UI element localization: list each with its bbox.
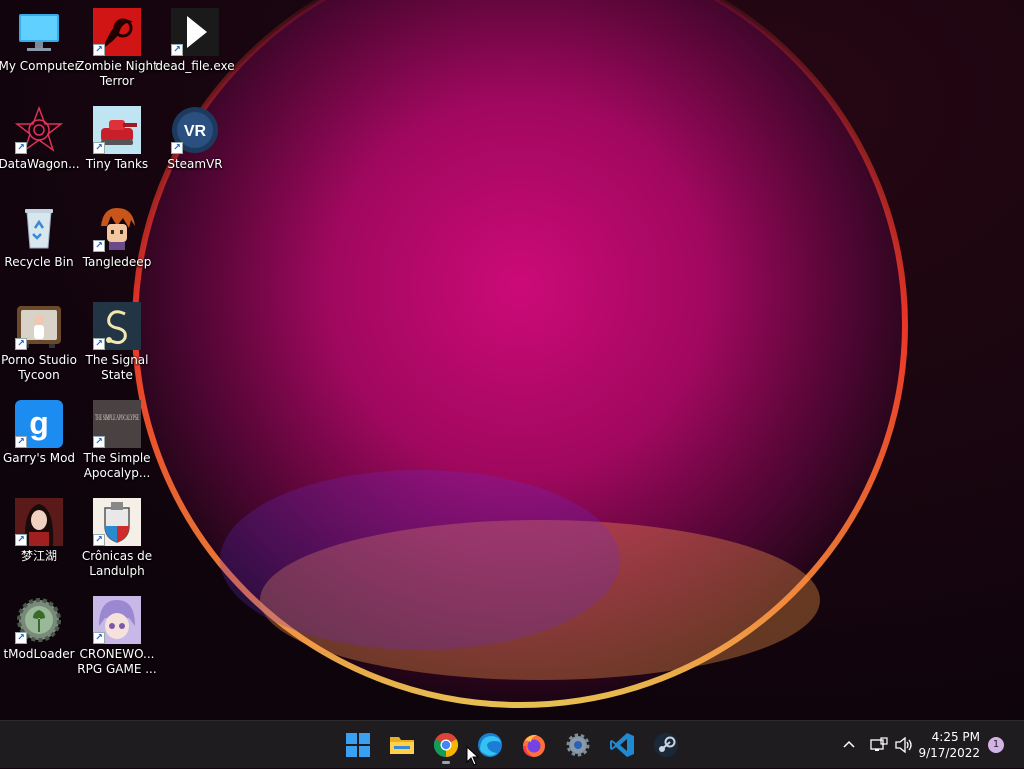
garrys-mod-icon: g ↗ bbox=[15, 400, 63, 448]
desktop-icon-tangledeep[interactable]: ↗ Tangledeep bbox=[78, 204, 156, 270]
folder-icon bbox=[390, 737, 414, 754]
desktop-icon-zombie-night-terror[interactable]: ↗ Zombie Night Terror bbox=[76, 8, 158, 89]
taskbar: 4:25 PM 9/17/2022 1 bbox=[0, 720, 1024, 768]
shortcut-arrow-icon: ↗ bbox=[93, 436, 105, 448]
notification-badge[interactable]: 1 bbox=[988, 737, 1004, 753]
cronewo-rpg-icon: ↗ bbox=[93, 596, 141, 644]
shortcut-arrow-icon: ↗ bbox=[93, 338, 105, 350]
desktop-icon-label: DataWagon... bbox=[0, 157, 80, 171]
desktop-icon-cronicas-de-landulph[interactable]: ↗ Crônicas de Landulph bbox=[78, 498, 156, 579]
shortcut-arrow-icon: ↗ bbox=[171, 44, 183, 56]
tiny-tanks-icon: ↗ bbox=[93, 106, 141, 154]
tmodloader-icon: ↗ bbox=[15, 596, 63, 644]
network-icon bbox=[870, 737, 888, 751]
tangledeep-icon: ↗ bbox=[93, 204, 141, 252]
desktop-icon-label: The Signal State bbox=[85, 353, 149, 382]
shortcut-arrow-icon: ↗ bbox=[15, 436, 27, 448]
steamvr-icon: VR ↗ bbox=[171, 106, 219, 154]
dead-file-icon: ↗ bbox=[171, 8, 219, 56]
zombie-night-terror-icon: ↗ bbox=[93, 8, 141, 56]
desktop-icon-label: Recycle Bin bbox=[4, 255, 74, 269]
simple-apocalypse-icon: THE SIMPLE APOCALYPSE ↗ bbox=[93, 400, 141, 448]
desktop-icon-simple-apocalypse[interactable]: THE SIMPLE APOCALYPSE ↗ The Simple Apoca… bbox=[78, 400, 156, 481]
shortcut-arrow-icon: ↗ bbox=[93, 534, 105, 546]
signal-state-icon: ↗ bbox=[93, 302, 141, 350]
shortcut-arrow-icon: ↗ bbox=[15, 338, 27, 350]
chrome-icon bbox=[433, 732, 459, 757]
garrys-mod-logo-text: g bbox=[29, 405, 49, 441]
desktop-icon-label: 梦江湖 bbox=[20, 549, 57, 563]
desktop-icon-my-computer[interactable]: My Computer bbox=[0, 8, 80, 74]
steam-icon bbox=[654, 733, 678, 757]
desktop-icon-label: tModLoader bbox=[3, 647, 75, 661]
gear-icon bbox=[566, 733, 590, 757]
computer-icon bbox=[15, 8, 63, 56]
file-explorer-button[interactable] bbox=[386, 729, 418, 761]
desktop-icon-garrys-mod[interactable]: g ↗ Garry's Mod bbox=[0, 400, 78, 466]
shortcut-arrow-icon: ↗ bbox=[93, 632, 105, 644]
steamvr-logo-text: VR bbox=[184, 123, 207, 140]
network-status-button[interactable] bbox=[870, 721, 888, 769]
desktop-icon-label: SteamVR bbox=[167, 157, 223, 171]
clock-date: 9/17/2022 bbox=[918, 746, 980, 760]
volume-icon bbox=[895, 737, 912, 753]
shortcut-arrow-icon: ↗ bbox=[93, 44, 105, 56]
desktop-icon-label: Tiny Tanks bbox=[85, 157, 149, 171]
desktop-icon-datawagon[interactable]: ↗ DataWagon... bbox=[0, 106, 80, 172]
clock-time: 4:25 PM bbox=[931, 730, 980, 744]
desktop-icon-porno-studio-tycoon[interactable]: ↗ Porno Studio Tycoon bbox=[0, 302, 78, 383]
shortcut-arrow-icon: ↗ bbox=[171, 142, 183, 154]
desktop-icon-tiny-tanks[interactable]: ↗ Tiny Tanks bbox=[78, 106, 156, 172]
cronicas-de-landulph-icon: ↗ bbox=[93, 498, 141, 546]
firefox-button[interactable] bbox=[518, 729, 550, 761]
desktop-icon-tmodloader[interactable]: ↗ tModLoader bbox=[0, 596, 78, 662]
desktop-icon-label: My Computer bbox=[0, 59, 80, 73]
chevron-up-icon bbox=[843, 740, 855, 748]
desktop-icon-label: CRONEWO... RPG GAME ... bbox=[77, 647, 157, 676]
desktop-icon-signal-state[interactable]: ↗ The Signal State bbox=[78, 302, 156, 383]
desktop-icon-steamvr[interactable]: VR ↗ SteamVR bbox=[156, 106, 234, 172]
porno-studio-tycoon-icon: ↗ bbox=[15, 302, 63, 350]
firefox-icon bbox=[523, 734, 545, 757]
chrome-button[interactable] bbox=[430, 729, 462, 764]
settings-button[interactable] bbox=[562, 729, 594, 761]
vscode-icon bbox=[610, 733, 634, 757]
shortcut-arrow-icon: ↗ bbox=[93, 240, 105, 252]
tray-overflow-button[interactable] bbox=[842, 721, 856, 769]
desktop-icon-label: Zombie Night Terror bbox=[76, 59, 158, 88]
volume-button[interactable] bbox=[895, 721, 913, 769]
clock[interactable]: 4:25 PM 9/17/2022 bbox=[916, 729, 980, 761]
desktop-icon-label: Garry's Mod bbox=[2, 451, 76, 465]
simple-apocalypse-logo-text: THE SIMPLE APOCALYPSE bbox=[95, 413, 139, 422]
vscode-button[interactable] bbox=[606, 729, 638, 761]
shortcut-arrow-icon: ↗ bbox=[15, 142, 27, 154]
desktop-icon-label: Porno Studio Tycoon bbox=[1, 353, 77, 382]
recycle-bin-icon bbox=[15, 204, 63, 252]
shortcut-arrow-icon: ↗ bbox=[15, 534, 27, 546]
meng-jianghu-icon: ↗ bbox=[15, 498, 63, 546]
shortcut-arrow-icon: ↗ bbox=[15, 632, 27, 644]
desktop-icon-label: dead_file.exe bbox=[155, 59, 235, 73]
steam-button[interactable] bbox=[650, 729, 682, 761]
desktop-icon-label: Crônicas de Landulph bbox=[81, 549, 153, 578]
windows-logo-icon bbox=[346, 733, 370, 757]
shortcut-arrow-icon: ↗ bbox=[93, 142, 105, 154]
desktop-icon-dead-file[interactable]: ↗ dead_file.exe bbox=[155, 8, 235, 74]
desktop-icon-meng-jianghu[interactable]: ↗ 梦江湖 bbox=[0, 498, 78, 564]
desktop-icon-recycle-bin[interactable]: Recycle Bin bbox=[0, 204, 78, 270]
edge-icon bbox=[478, 733, 502, 757]
start-button[interactable] bbox=[342, 729, 374, 761]
mouse-cursor-icon bbox=[466, 746, 480, 766]
desktop-icon-label: Tangledeep bbox=[82, 255, 152, 269]
desktop-icon-cronewo-rpg[interactable]: ↗ CRONEWO... RPG GAME ... bbox=[77, 596, 157, 677]
desktop-icon-label: The Simple Apocalyp... bbox=[83, 451, 151, 480]
datawagon-icon: ↗ bbox=[15, 106, 63, 154]
